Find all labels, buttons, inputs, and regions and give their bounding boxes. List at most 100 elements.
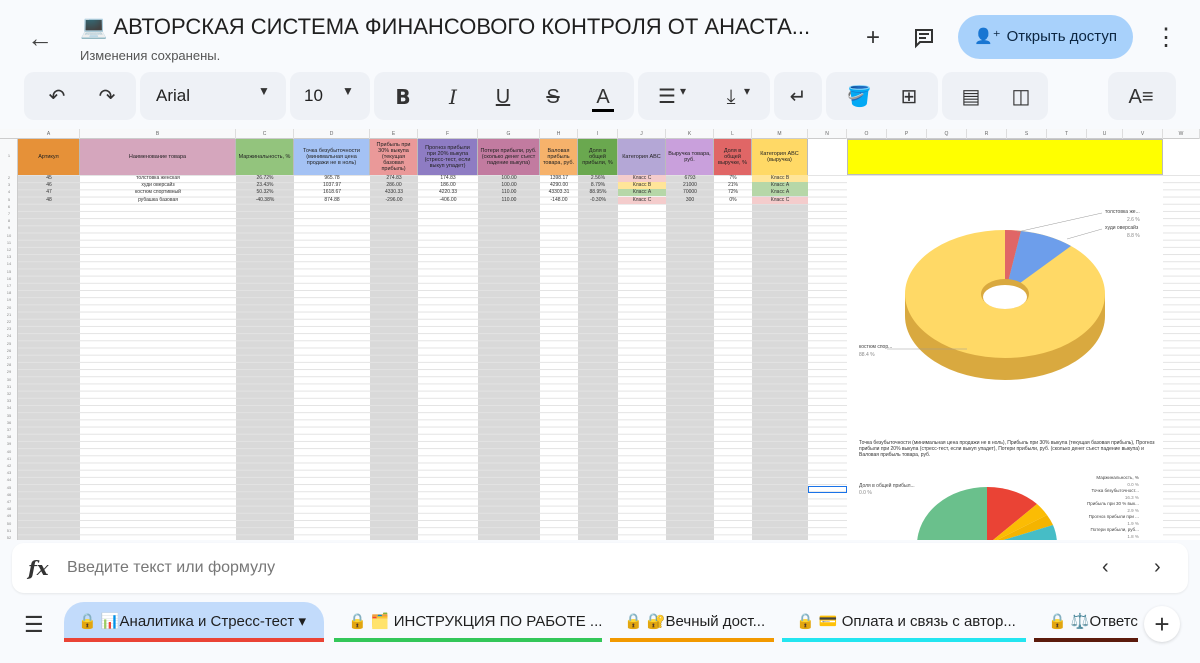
comment-icon[interactable]	[908, 22, 940, 54]
chevron-left-icon[interactable]: ‹	[1102, 556, 1109, 579]
row-header[interactable]: 2	[0, 175, 18, 180]
sheet-tab[interactable]: 🔒 🗂️ ИНСТРУКЦИЯ ПО РАБОТЕ ...	[334, 602, 602, 642]
table-cell[interactable]: 88.95%	[578, 189, 618, 196]
undo-icon[interactable]: ↶	[42, 82, 72, 112]
row-header[interactable]: 38	[0, 434, 18, 439]
row-header[interactable]: 37	[0, 427, 18, 432]
column-header-k[interactable]: K	[666, 129, 714, 139]
row-header[interactable]: 12	[0, 247, 18, 252]
column-header-q[interactable]: Q	[927, 129, 967, 139]
table-cell[interactable]: 6793	[666, 175, 714, 182]
table-cell[interactable]: -40.38%	[236, 197, 294, 204]
italic-icon[interactable]: I	[438, 82, 468, 112]
share-button[interactable]: 👤⁺ Открыть доступ	[958, 15, 1133, 59]
table-cell[interactable]: 70000	[666, 189, 714, 196]
header-cell[interactable]: Точка безубыточности (минимальная цена п…	[294, 139, 370, 175]
column-header-l[interactable]: L	[714, 129, 752, 139]
row-header[interactable]: 27	[0, 355, 18, 360]
table-cell[interactable]: 100.00	[478, 182, 540, 189]
row-header[interactable]: 50	[0, 521, 18, 526]
row-header[interactable]: 28	[0, 362, 18, 367]
table-cell[interactable]: -406.00	[418, 197, 478, 204]
header-cell[interactable]: Потери прибыли, руб. (сколько денег съес…	[478, 139, 540, 175]
table-cell[interactable]: 1037.97	[294, 182, 370, 189]
table-cell[interactable]: 300	[666, 197, 714, 204]
column-header-b[interactable]: B	[80, 129, 236, 139]
row-header[interactable]: 31	[0, 384, 18, 389]
table-cell[interactable]: 47	[18, 189, 80, 196]
sheet-tab[interactable]: 🔒 ⚖️Ответст	[1034, 602, 1138, 642]
table-cell[interactable]: 274.83	[370, 175, 418, 182]
row-header[interactable]: 16	[0, 276, 18, 281]
column-header-v[interactable]: V	[1123, 129, 1163, 139]
header-cell[interactable]: Доля в общей выручке, %	[714, 139, 752, 175]
column-header-f[interactable]: F	[418, 129, 478, 139]
row-header[interactable]: 36	[0, 420, 18, 425]
sheet-tab[interactable]: 🔒 📊Аналитика и Стресс-тест ▾	[64, 602, 324, 642]
row-header[interactable]: 1	[0, 153, 18, 158]
table-cell[interactable]: 50.32%	[236, 189, 294, 196]
header-cell[interactable]: Прибыль при 30% выкупа (текущая базовая …	[370, 139, 418, 175]
table-cell[interactable]: 48	[18, 197, 80, 204]
column-header-p[interactable]: P	[887, 129, 927, 139]
row-header[interactable]: 30	[0, 377, 18, 382]
table-cell[interactable]: Класс C	[618, 196, 666, 204]
table-cell[interactable]: 4220.33	[418, 189, 478, 196]
selected-cell[interactable]	[808, 486, 847, 493]
vertical-align-icon[interactable]: ⤓	[716, 82, 746, 112]
row-header[interactable]: 41	[0, 456, 18, 461]
arrow-back-icon[interactable]: ←	[24, 22, 56, 54]
chevron-right-icon[interactable]: ›	[1154, 556, 1161, 579]
underline-icon[interactable]: U	[488, 82, 518, 112]
row-header[interactable]: 4	[0, 189, 18, 194]
table-cell[interactable]: 7%	[714, 175, 752, 182]
bold-icon[interactable]: B	[388, 82, 418, 112]
pie-chart-metrics[interactable]: Точка безубыточности (минимальная цена п…	[847, 405, 1163, 540]
text-color-icon[interactable]: A	[588, 82, 618, 112]
header-cell[interactable]: Категория ABC (выручка)	[752, 139, 808, 175]
insert-column-icon[interactable]: ◫	[1006, 82, 1036, 112]
table-cell[interactable]: 4330.33	[370, 189, 418, 196]
pie-chart-profit-share[interactable]: толстовка же... 2.6 % худи оверсайз 8.8 …	[847, 177, 1163, 402]
column-header-d[interactable]: D	[294, 129, 370, 139]
table-cell[interactable]: 45	[18, 175, 80, 182]
row-header[interactable]: 46	[0, 492, 18, 497]
table-cell[interactable]: худи оверсайз	[80, 182, 236, 189]
row-header[interactable]: 3	[0, 182, 18, 187]
row-header[interactable]: 9	[0, 225, 18, 230]
table-cell[interactable]: 46	[18, 182, 80, 189]
redo-icon[interactable]: ↷	[92, 82, 122, 112]
table-cell[interactable]: Класс A	[618, 189, 666, 197]
row-header[interactable]: 33	[0, 398, 18, 403]
row-header[interactable]: 5	[0, 197, 18, 202]
table-cell[interactable]: 21000	[666, 182, 714, 189]
column-header-a[interactable]: A	[18, 129, 80, 139]
table-cell[interactable]: 874.88	[294, 197, 370, 204]
row-header[interactable]: 51	[0, 528, 18, 533]
table-cell[interactable]: костюм спортивный	[80, 189, 236, 196]
fill-color-icon[interactable]: 🪣	[844, 82, 874, 112]
plus-icon[interactable]: +	[857, 22, 889, 54]
table-cell[interactable]: 100.00	[478, 175, 540, 182]
font-select[interactable]: Arial ▼	[140, 72, 286, 120]
row-header[interactable]: 14	[0, 261, 18, 266]
row-header[interactable]: 17	[0, 283, 18, 288]
row-header[interactable]: 48	[0, 506, 18, 511]
text-wrap-icon[interactable]: ↵	[783, 82, 813, 112]
table-cell[interactable]: 186.00	[418, 182, 478, 189]
column-header-r[interactable]: R	[967, 129, 1007, 139]
column-header-m[interactable]: M	[752, 129, 808, 139]
row-header[interactable]: 11	[0, 240, 18, 245]
table-cell[interactable]: 286.00	[370, 182, 418, 189]
row-header[interactable]: 13	[0, 254, 18, 259]
column-header-g[interactable]: G	[478, 129, 540, 139]
row-header[interactable]: 34	[0, 405, 18, 410]
formula-bar[interactable]: fx Введите текст или формулу ‹ ›	[12, 543, 1188, 593]
column-header-j[interactable]: J	[618, 129, 666, 139]
row-header[interactable]: 49	[0, 513, 18, 518]
row-header[interactable]: 21	[0, 312, 18, 317]
table-cell[interactable]: Класс B	[618, 182, 666, 190]
column-header-h[interactable]: H	[540, 129, 578, 139]
row-header[interactable]: 32	[0, 391, 18, 396]
row-header[interactable]: 19	[0, 297, 18, 302]
